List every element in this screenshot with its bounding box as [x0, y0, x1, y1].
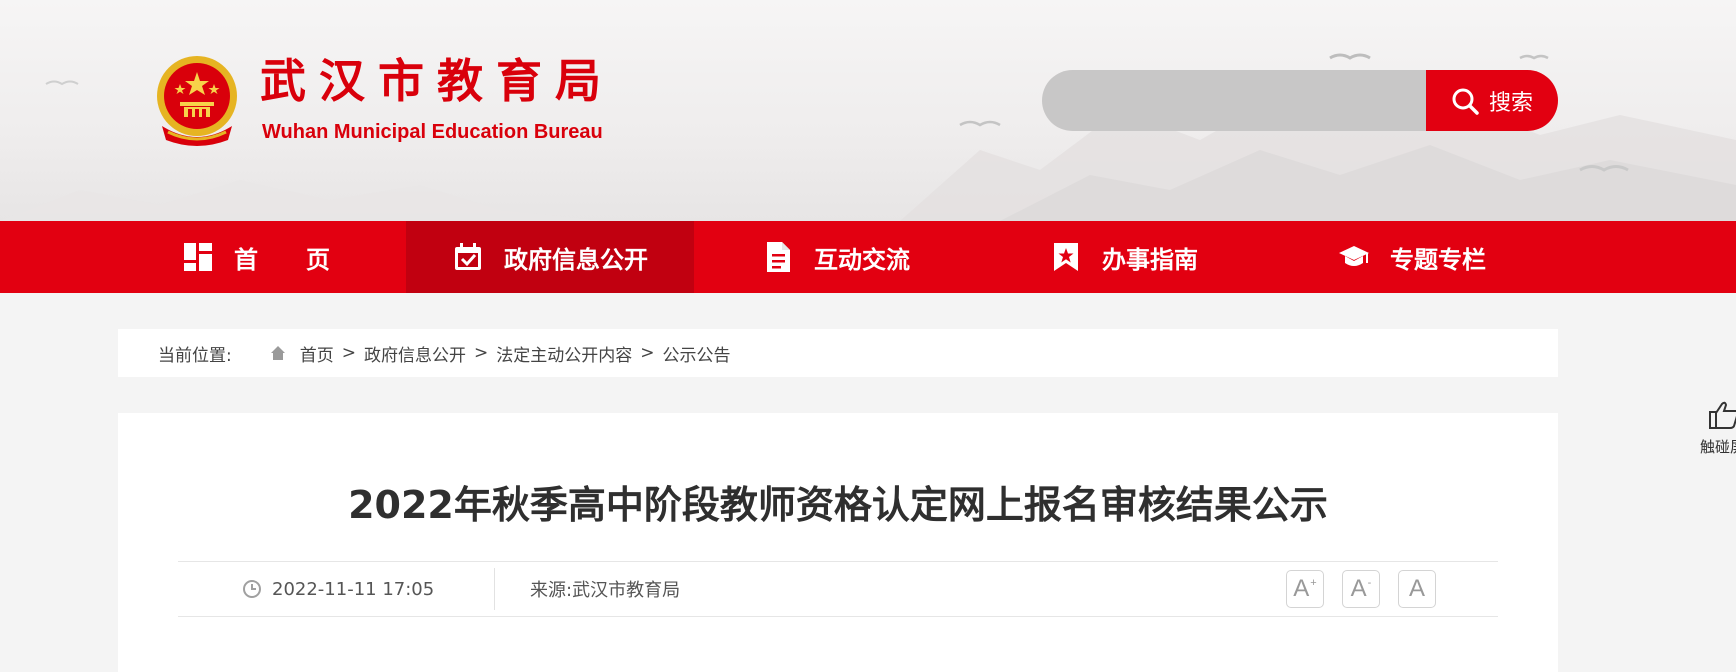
breadcrumb-link-gov-info[interactable]: 政府信息公开: [364, 341, 466, 366]
font-size-increase-label: A: [1293, 575, 1310, 602]
article-title: 2022年秋季高中阶段教师资格认定网上报名审核结果公示: [348, 483, 1328, 527]
breadcrumb-link-statutory[interactable]: 法定主动公开内容: [496, 341, 632, 366]
nav-item-special-topics[interactable]: 专题专栏: [1338, 221, 1486, 293]
search-button-label: 搜索: [1488, 90, 1533, 116]
breadcrumb-link-announcements[interactable]: 公示公告: [662, 341, 730, 366]
nav-label: 办事指南: [1102, 245, 1198, 274]
site-title: 武汉市教育局: [260, 54, 614, 108]
clock-icon: [242, 579, 262, 599]
breadcrumb: 当前位置: 首页 > 政府信息公开 > 法定主动公开内容 > 公示公告: [118, 329, 1558, 377]
nav-label: 首页: [234, 245, 378, 274]
search-input[interactable]: [1042, 70, 1426, 131]
font-size-increase-button[interactable]: A +: [1286, 570, 1324, 608]
article-container: 2022年秋季高中阶段教师资格认定网上报名审核结果公示 2022-11-11 1…: [118, 413, 1558, 672]
nav-label: 专题专栏: [1390, 245, 1486, 274]
touch-screen-label: 触碰屏: [1700, 438, 1736, 456]
home-icon: [270, 345, 286, 361]
breadcrumb-separator: >: [640, 343, 655, 363]
national-emblem-logo: [157, 56, 237, 146]
breadcrumb-prefix: 当前位置:: [158, 345, 232, 366]
main-nav: 首页 政府信息公开 互动交流 办事指南 专题专栏: [0, 221, 1736, 293]
font-size-default-button[interactable]: A: [1398, 570, 1436, 608]
font-size-default-label: A: [1408, 575, 1425, 602]
document-icon: [762, 241, 794, 273]
site-header: 武汉市教育局 Wuhan Municipal Education Bureau …: [0, 0, 1736, 221]
breadcrumb-separator: >: [473, 343, 489, 363]
meta-divider: [494, 568, 495, 610]
breadcrumb-separator: >: [341, 343, 356, 363]
search-icon: [1451, 87, 1479, 115]
nav-item-service-guide[interactable]: 办事指南: [1050, 221, 1198, 293]
font-size-increase-sup: +: [1310, 577, 1317, 589]
nav-label: 互动交流: [814, 245, 910, 274]
font-size-decrease-button[interactable]: A-: [1342, 570, 1380, 608]
breadcrumb-link-home[interactable]: 首页: [300, 341, 334, 366]
grid-layout-icon: [182, 241, 214, 273]
hand-pointer-icon: [1706, 398, 1736, 432]
article-meta: 2022-11-11 17:05 来源:武汉市教育局 A + A- A: [178, 561, 1498, 617]
publish-date-text: 2022-11-11 17:05: [272, 578, 435, 600]
font-size-decrease-sup: -: [1367, 577, 1372, 589]
graduation-cap-icon: [1338, 241, 1370, 273]
nav-item-gov-info[interactable]: 政府信息公开: [406, 221, 694, 293]
nav-label: 政府信息公开: [504, 245, 648, 274]
font-size-decrease-label: A: [1350, 575, 1367, 602]
touch-screen-widget[interactable]: 触碰屏: [1696, 396, 1736, 460]
calendar-check-icon: [452, 241, 484, 273]
nav-item-interaction[interactable]: 互动交流: [762, 221, 910, 293]
search-button[interactable]: 搜索: [1426, 70, 1558, 131]
bookmark-star-icon: [1050, 241, 1082, 273]
site-subtitle: Wuhan Municipal Education Bureau: [262, 121, 603, 143]
nav-item-home[interactable]: 首页: [182, 221, 378, 293]
search-box: 搜索: [1042, 70, 1558, 131]
publish-date: 2022-11-11 17:05: [242, 562, 434, 616]
article-source: 来源:武汉市教育局: [530, 580, 681, 601]
